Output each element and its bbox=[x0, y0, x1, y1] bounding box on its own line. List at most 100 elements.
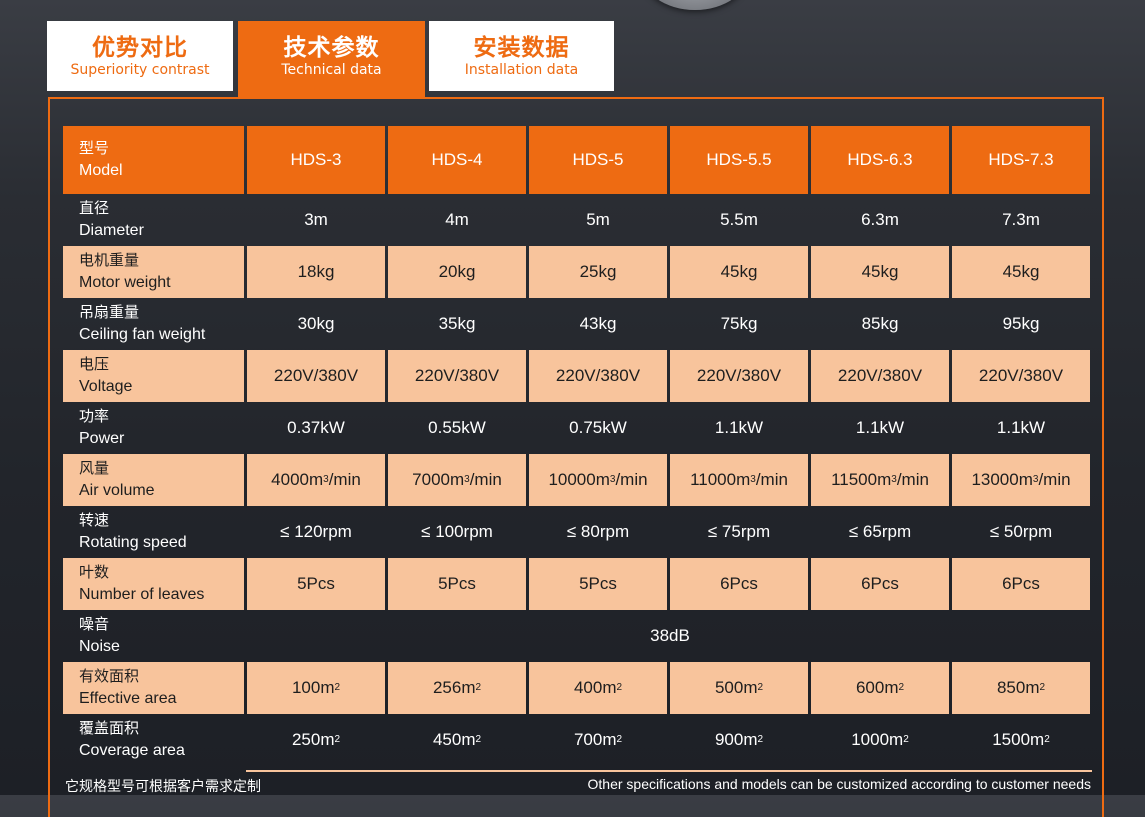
value-text: 850m bbox=[996, 678, 1040, 697]
row-label-en: Noise bbox=[79, 638, 120, 655]
value-cell: 85kg bbox=[811, 298, 949, 350]
value-cell: 0.55kW bbox=[388, 402, 526, 454]
value-cell: 900m 2 bbox=[714, 730, 764, 749]
row-label-cell: 有效面积 Effective area bbox=[63, 662, 244, 714]
value-text: 1.1kW bbox=[996, 418, 1046, 437]
value-text: 220V/380V bbox=[273, 366, 359, 385]
row-label-cell: 吊扇重量 Ceiling fan weight bbox=[63, 298, 244, 350]
tab-installation-data[interactable]: 安装数据 Installation data bbox=[429, 21, 614, 91]
model-cell: HDS-4 bbox=[388, 126, 526, 194]
table-row: 直径 Diameter 3m 4m 5m 5.5m 6.3m 7.3m bbox=[63, 194, 1093, 246]
value-cell: 13000m 3/min bbox=[952, 454, 1090, 506]
tab-superiority-contrast[interactable]: 优势对比 Superiority contrast bbox=[47, 21, 233, 91]
table-row: 吊扇重量 Ceiling fan weight 30kg 35kg 43kg 75kg 85… bbox=[63, 298, 1093, 350]
value-text: 7000m bbox=[412, 470, 465, 489]
value-text: 10000m bbox=[548, 470, 610, 489]
value-cell: 220V/380V bbox=[388, 350, 526, 402]
value-cell: 20kg bbox=[388, 246, 526, 298]
value-text: 900m bbox=[714, 730, 758, 749]
row-label-zh: 型号 bbox=[79, 140, 110, 157]
value-cell: 256m 2 bbox=[388, 662, 526, 714]
row-label-cell: 直径 Diameter bbox=[63, 194, 244, 246]
value-cell: 25kg bbox=[529, 246, 667, 298]
merged-value-cell: 38dB bbox=[650, 626, 690, 645]
value-cell: 220V/380V bbox=[247, 350, 385, 402]
value-text: ≤ 50rpm bbox=[989, 522, 1053, 541]
row-label-en: Rotating speed bbox=[79, 534, 187, 551]
value-text: ≤ 120rpm bbox=[280, 522, 352, 541]
value-text: 500m bbox=[714, 678, 758, 697]
value-text: 45kg bbox=[720, 262, 758, 281]
value-cell: 30kg bbox=[247, 298, 385, 350]
value-cell: ≤ 75rpm bbox=[670, 506, 808, 558]
value-text: 700m bbox=[573, 730, 617, 749]
unit-suffix: /min bbox=[896, 470, 929, 489]
value-text: 600m bbox=[855, 678, 899, 697]
row-label-zh: 电压 bbox=[79, 356, 110, 373]
row-label-cell: 功率 Power bbox=[63, 402, 244, 454]
value-text: 4m bbox=[445, 210, 469, 229]
value-text: 11500m bbox=[831, 470, 892, 489]
unit-suffix: /min bbox=[755, 470, 788, 489]
value-text: 5.5m bbox=[720, 210, 758, 229]
value-cell: 5Pcs bbox=[247, 558, 385, 610]
row-label-zh: 吊扇重量 bbox=[79, 304, 140, 321]
row-label-en: Number of leaves bbox=[79, 586, 205, 603]
table-bottom-divider bbox=[246, 770, 1092, 772]
value-text: 85kg bbox=[861, 314, 899, 333]
row-label-en: Power bbox=[79, 430, 125, 447]
value-cell: ≤ 50rpm bbox=[952, 506, 1090, 558]
model-cell: HDS-6.3 bbox=[811, 126, 949, 194]
spec-table: 型号 Model HDS-3 HDS-4 HDS-5 HDS-5.5 HDS-6… bbox=[63, 126, 1093, 766]
value-text: 4000m bbox=[271, 470, 324, 489]
row-label-en: Coverage area bbox=[79, 742, 185, 759]
value-cell: 220V/380V bbox=[952, 350, 1090, 402]
value-cell: 35kg bbox=[388, 298, 526, 350]
row-label-zh: 转速 bbox=[79, 512, 110, 529]
row-label-cell: 电压 Voltage bbox=[63, 350, 244, 402]
row-label-en: Motor weight bbox=[79, 274, 171, 291]
value-text: ≤ 75rpm bbox=[707, 522, 771, 541]
table-row: 转速 Rotating speed ≤ 120rpm ≤ 100rpm ≤ 80rpm ≤… bbox=[63, 506, 1093, 558]
unit-suffix: /min bbox=[328, 470, 361, 489]
value-cell: 45kg bbox=[811, 246, 949, 298]
value-text: 256m bbox=[432, 678, 476, 697]
value-cell: 5.5m bbox=[670, 194, 808, 246]
value-cell: 43kg bbox=[529, 298, 667, 350]
value-cell: 4000m 3/min bbox=[247, 454, 385, 506]
value-cell: 1.1kW bbox=[670, 402, 808, 454]
value-text: 5m bbox=[586, 210, 610, 229]
table-header-row: 型号 Model HDS-3 HDS-4 HDS-5 HDS-5.5 HDS-6… bbox=[63, 126, 1093, 194]
value-cell: 5m bbox=[529, 194, 667, 246]
row-label-zh: 叶数 bbox=[79, 564, 110, 581]
table-row: 电机重量 Motor weight 18kg 20kg 25kg 45kg 45kg 45kg bbox=[63, 246, 1093, 298]
value-cell: 11000m 3/min bbox=[670, 454, 808, 506]
tab-label-zh: 安装数据 bbox=[473, 34, 570, 61]
footnote-en: Other specifications and models can be c… bbox=[587, 776, 1092, 792]
row-label-cell: 噪音 Noise bbox=[63, 610, 244, 662]
value-text: 5Pcs bbox=[438, 574, 476, 593]
value-cell: 500m 2 bbox=[670, 662, 808, 714]
value-text: 1000m bbox=[851, 730, 904, 749]
tab-label-en: Technical data bbox=[281, 61, 382, 78]
value-text: 95kg bbox=[1002, 314, 1040, 333]
model-cell: HDS-7.3 bbox=[952, 126, 1090, 194]
table-row: 有效面积 Effective area 100m 2 256m 2 400m 2 500m 2 60… bbox=[63, 662, 1093, 714]
value-cell: 1500m 2 bbox=[992, 730, 1050, 749]
value-text: 450m bbox=[432, 730, 476, 749]
tab-technical-data[interactable]: 技术参数 Technical data bbox=[238, 21, 425, 99]
value-text: 18kg bbox=[297, 262, 335, 281]
tab-bar: 优势对比 Superiority contrast 技术参数 Technical… bbox=[0, 0, 1145, 100]
value-text: 43kg bbox=[579, 314, 617, 333]
value-text: 6Pcs bbox=[720, 574, 758, 593]
value-cell: 45kg bbox=[952, 246, 1090, 298]
value-text: ≤ 80rpm bbox=[566, 522, 630, 541]
value-cell: 5Pcs bbox=[388, 558, 526, 610]
value-cell: 6.3m bbox=[811, 194, 949, 246]
row-label-cell: 电机重量 Motor weight bbox=[63, 246, 244, 298]
row-label-en: Ceiling fan weight bbox=[79, 326, 206, 343]
row-label-en: Voltage bbox=[79, 378, 133, 395]
value-text: 75kg bbox=[720, 314, 758, 333]
value-cell: 10000m 3/min bbox=[529, 454, 667, 506]
model-cell: HDS-5 bbox=[529, 126, 667, 194]
